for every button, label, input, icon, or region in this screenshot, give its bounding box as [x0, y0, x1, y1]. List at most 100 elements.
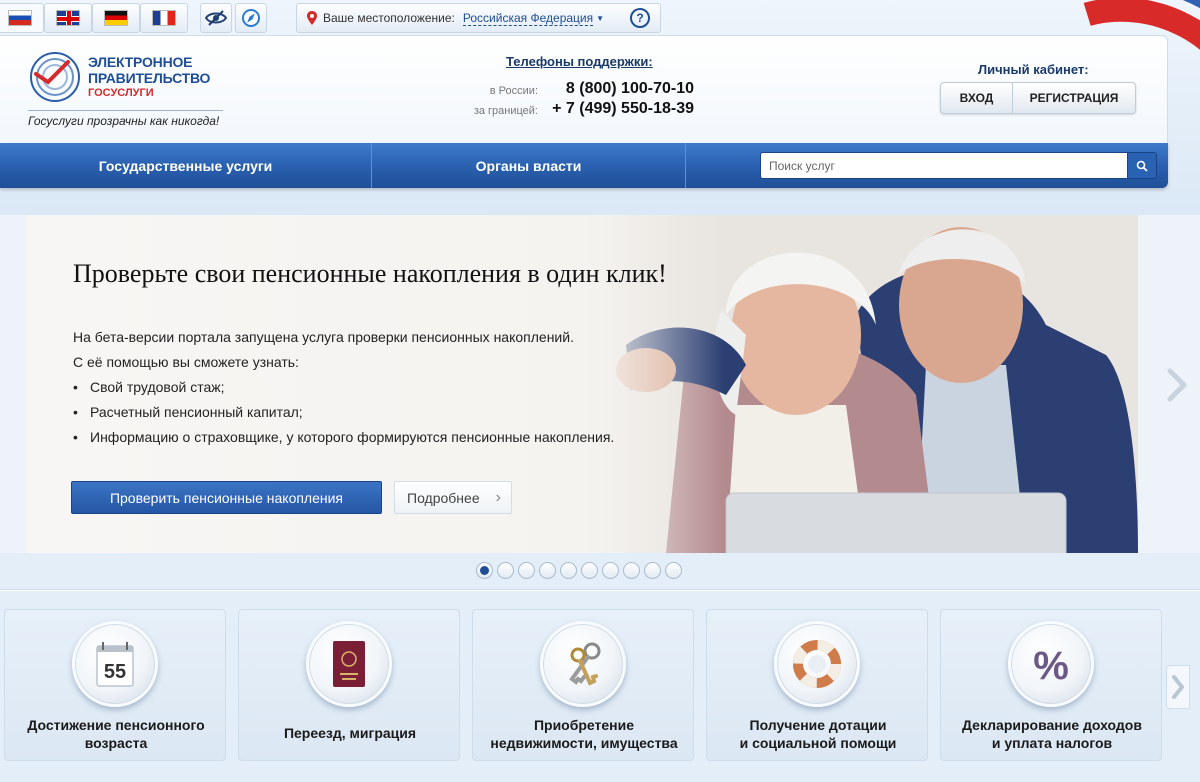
card-label-line1: Получение дотации [749, 717, 887, 733]
card-icon-circle: 55 [72, 621, 158, 707]
low-vision-icon [205, 10, 227, 26]
carousel-dot[interactable] [665, 562, 682, 579]
login-button[interactable]: ВХОД [941, 83, 1013, 113]
keys-icon [569, 642, 601, 686]
russia-flag-icon [8, 10, 32, 26]
logo-title-line2: ПРАВИТЕЛЬСТВО [88, 70, 211, 86]
banner-bullet: Расчетный пенсионный капитал; [73, 400, 614, 425]
calendar-55-text: 55 [104, 661, 126, 683]
uk-flag-icon [56, 10, 80, 26]
card-label-line2: недвижимости, имущества [490, 735, 678, 751]
card-label: Переезд, миграция [239, 724, 461, 742]
carousel-dot[interactable] [560, 562, 577, 579]
gosuslugi-emblem-icon [30, 52, 80, 102]
banner-bullet-list: Свой трудовой стаж; Расчетный пенсионный… [73, 375, 614, 450]
chevron-right-icon [1172, 675, 1184, 699]
carousel-dot[interactable] [539, 562, 556, 579]
banner-intro-1: На бета-версии портала запущена услуга п… [73, 329, 574, 345]
card-label: Получение дотации и социальной помощи [707, 716, 929, 752]
check-pension-button[interactable]: Проверить пенсионные накопления [71, 481, 382, 514]
card-retirement[interactable]: 55 Достижение пенсионного возраста [4, 609, 226, 761]
promo-carousel: Проверьте свои пенсионные накопления в о… [0, 215, 1200, 553]
card-icon-circle [774, 621, 860, 707]
cabinet-title: Личный кабинет: [978, 62, 1089, 77]
banner-intro-2: С её помощью вы сможете узнать: [73, 354, 299, 370]
card-label-line2: и социальной помощи [739, 735, 897, 751]
carousel-pagination [476, 562, 682, 579]
carousel-dot[interactable] [602, 562, 619, 579]
card-label: Приобретение недвижимости, имущества [473, 716, 695, 752]
support-russia-label: в России: [489, 85, 538, 97]
card-icon-circle [540, 621, 626, 707]
search-input[interactable] [760, 152, 1128, 179]
language-de-button[interactable] [92, 3, 140, 33]
support-russia-number: 8 (800) 100-70-10 [565, 80, 694, 97]
compass-button[interactable] [235, 3, 267, 33]
card-migration[interactable]: Переезд, миграция [238, 609, 460, 761]
top-bar: Ваше местоположение: Российская Федераци… [0, 0, 1200, 34]
logo-title-line3: ГОСУСЛУГИ [88, 87, 154, 99]
site-logo[interactable]: ЭЛЕКТРОННОЕ ПРАВИТЕЛЬСТВО ГОСУСЛУГИ Госу… [28, 50, 228, 140]
carousel-dot[interactable] [476, 562, 493, 579]
logo-title-line1: ЭЛЕКТРОННОЕ [88, 54, 193, 70]
cabinet-buttons: ВХОД РЕГИСТРАЦИЯ [940, 82, 1136, 114]
low-vision-button[interactable] [200, 3, 232, 33]
card-label-line2: и уплата налогов [991, 735, 1113, 751]
chevron-right-icon: › [495, 489, 501, 506]
more-details-button[interactable]: Подробнее › [394, 481, 512, 514]
elderly-couple-photo [586, 215, 1138, 553]
chevron-right-icon [1167, 368, 1187, 402]
logo-slogan: Госуслуги прозрачны как никогда! [28, 114, 220, 128]
search-button[interactable] [1128, 152, 1157, 179]
card-label: Декларирование доходов и уплата налогов [941, 716, 1163, 752]
support-row-abroad: за границей: + 7 (499) 550-18-39 [440, 100, 696, 120]
cards-next-button[interactable] [1166, 665, 1190, 709]
banner-bullet: Информацию о страховщике, у которого фор… [73, 425, 614, 450]
carousel-dot[interactable] [518, 562, 535, 579]
chevron-down-icon: ▼ [596, 13, 605, 23]
main-nav: Государственные услуги Органы власти [0, 143, 1168, 188]
support-row-russia: в России: 8 (800) 100-70-10 [440, 80, 696, 100]
france-flag-icon [152, 10, 176, 26]
passport-icon [333, 641, 365, 687]
banner-title: Проверьте свои пенсионные накопления в о… [73, 259, 667, 288]
nav-item-state-services[interactable]: Государственные услуги [0, 143, 372, 188]
region-dropdown[interactable]: Российская Федерация [462, 11, 594, 26]
banner-description: На бета-версии портала запущена услуга п… [73, 325, 614, 450]
map-pin-icon [307, 11, 317, 25]
location-selector: Ваше местоположение: Российская Федераци… [296, 3, 661, 33]
percent-text: % [1033, 644, 1069, 688]
card-label-line1: Переезд, миграция [283, 725, 417, 741]
carousel-dot[interactable] [623, 562, 640, 579]
card-icon-circle [306, 621, 392, 707]
language-ru-button[interactable] [0, 3, 44, 33]
card-label: Достижение пенсионного возраста [5, 716, 227, 752]
support-title[interactable]: Телефоны поддержки: [506, 54, 653, 69]
card-label-line1: Декларирование доходов [962, 717, 1142, 733]
calendar-55-icon: 55 [96, 642, 134, 687]
language-en-button[interactable] [44, 3, 92, 33]
card-label-line2: возраста [84, 735, 148, 751]
carousel-next-button[interactable] [1162, 365, 1192, 405]
card-social-aid[interactable]: Получение дотации и социальной помощи [706, 609, 928, 761]
search-box [760, 152, 1157, 179]
germany-flag-icon [104, 10, 128, 26]
carousel-dot[interactable] [497, 562, 514, 579]
card-property[interactable]: Приобретение недвижимости, имущества [472, 609, 694, 761]
carousel-dot[interactable] [581, 562, 598, 579]
card-taxes[interactable]: % Декларирование доходов и уплата налого… [940, 609, 1162, 761]
support-abroad-number: + 7 (499) 550-18-39 [552, 100, 694, 117]
lifebuoy-icon [793, 640, 841, 688]
logo-divider [28, 110, 223, 111]
compass-icon [242, 9, 260, 27]
search-icon [1136, 160, 1148, 172]
carousel-dot[interactable] [644, 562, 661, 579]
nav-item-authorities[interactable]: Органы власти [372, 143, 686, 188]
more-details-label: Подробнее [407, 489, 480, 506]
help-icon[interactable]: ? [630, 8, 650, 28]
register-button[interactable]: РЕГИСТРАЦИЯ [1013, 83, 1135, 113]
language-fr-button[interactable] [140, 3, 188, 33]
support-abroad-label: за границей: [473, 105, 538, 117]
card-label-line1: Достижение пенсионного [27, 717, 205, 733]
card-icon-circle: % [1008, 621, 1094, 707]
